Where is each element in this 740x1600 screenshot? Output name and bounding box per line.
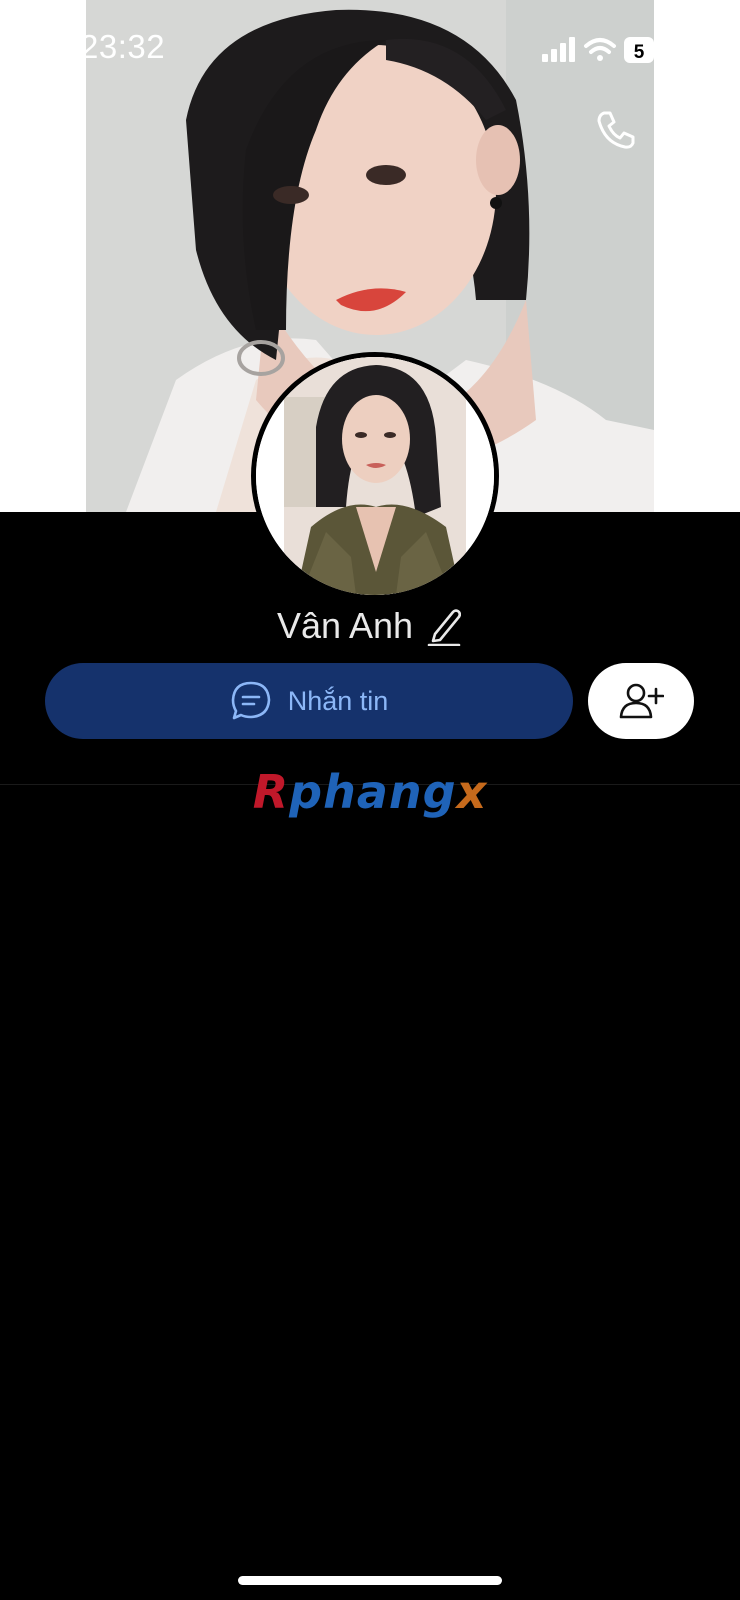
- svg-text:5: 5: [634, 42, 645, 63]
- watermark-logo: Rphangx: [0, 765, 740, 819]
- home-indicator[interactable]: [238, 1576, 502, 1585]
- add-friend-icon: [619, 683, 664, 719]
- avatar[interactable]: [251, 352, 499, 600]
- phone-icon: [597, 111, 635, 149]
- back-button[interactable]: [18, 105, 66, 153]
- call-button[interactable]: [590, 104, 642, 156]
- wifi-icon: [584, 38, 616, 61]
- watermark-part-1: R: [252, 765, 290, 819]
- profile-name-row: Vân Anh: [0, 600, 740, 652]
- message-button[interactable]: Nhắn tin: [45, 663, 573, 739]
- chevron-left-icon: [31, 111, 51, 147]
- message-label: Nhắn tin: [287, 685, 389, 716]
- watermark-part-2: phang: [289, 765, 457, 819]
- chat-bubble-icon: [231, 681, 271, 720]
- watermark-part-3: x: [456, 765, 488, 819]
- more-button[interactable]: [668, 112, 730, 148]
- add-friend-button[interactable]: [588, 663, 694, 739]
- more-dots-icon: [670, 121, 728, 139]
- profile-name: Vân Anh: [276, 605, 414, 646]
- battery-icon: 5: [624, 37, 654, 63]
- status-time: 23:32: [80, 28, 166, 65]
- status-icons: 5: [538, 34, 658, 66]
- pencil-icon[interactable]: [427, 606, 463, 646]
- signal-icon: [542, 37, 575, 62]
